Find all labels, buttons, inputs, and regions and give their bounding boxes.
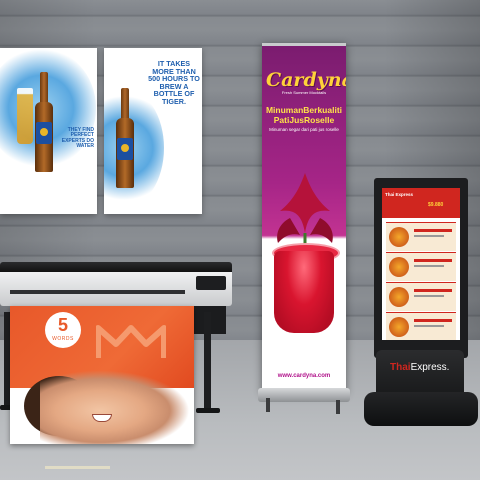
sign-brand: ThaiExpress. — [390, 362, 449, 373]
menu-item — [386, 222, 456, 251]
menu-screen: Thai Express $9.880 — [382, 188, 460, 340]
banner-headline: MinumanBerkualiti PatiJusRoselle — [265, 105, 343, 125]
rollup-banner: Cardyna Fresh Summer Mocktails MinumanBe… — [262, 43, 346, 393]
floor-highlight — [45, 466, 110, 469]
printer-control-panel — [196, 276, 226, 290]
menu-title: Thai Express — [385, 192, 414, 197]
poster-left-text: THEY FIND PERFECT EXPERTS DO WATER — [61, 127, 94, 149]
badge-number: 5 — [57, 315, 68, 335]
badge-label: WORDS — [52, 336, 74, 342]
sign-brand-prefix: Thai — [390, 362, 411, 373]
banner-website: www.cardyna.com — [277, 373, 331, 379]
beer-bottle — [35, 72, 53, 172]
water-splash — [104, 88, 164, 208]
banner-subline: Minuman segar dari pati jus roselle — [269, 127, 339, 132]
drink-glass — [274, 251, 334, 333]
poster-right-headline: IT TAKES MORE THAN 500 HOURS TO BREW A B… — [148, 59, 200, 106]
printer-output-slot — [10, 290, 185, 294]
banner-foot — [336, 400, 340, 414]
menu-display-stand: Thai Express $9.880 ThaiExpress. — [364, 178, 478, 426]
printed-sheet: 5 WORDS — [10, 306, 194, 444]
brand-name: Cardyna — [266, 69, 346, 91]
sign-base — [364, 392, 478, 426]
banner-brand: Cardyna Fresh Summer Mocktails — [266, 69, 346, 99]
printer-foot — [196, 408, 220, 413]
banner-foot — [266, 398, 270, 412]
menu-item — [386, 282, 456, 311]
beer-bottle — [116, 88, 134, 188]
large-format-printer — [0, 262, 232, 334]
printer-leg — [204, 312, 211, 410]
sign-brand-suffix: Express. — [410, 362, 450, 373]
sheet-badge: 5 WORDS — [45, 312, 81, 348]
beer-poster-right: IT TAKES MORE THAN 500 HOURS TO BREW A B… — [104, 48, 202, 214]
child-face — [40, 370, 190, 444]
beer-poster-left: THEY FIND PERFECT EXPERTS DO WATER — [0, 48, 97, 214]
menu-price: $9.880 — [428, 202, 444, 208]
beer-glass — [17, 88, 33, 144]
m-shape-logo — [96, 325, 166, 358]
menu-item — [386, 252, 456, 281]
menu-item — [386, 312, 456, 340]
